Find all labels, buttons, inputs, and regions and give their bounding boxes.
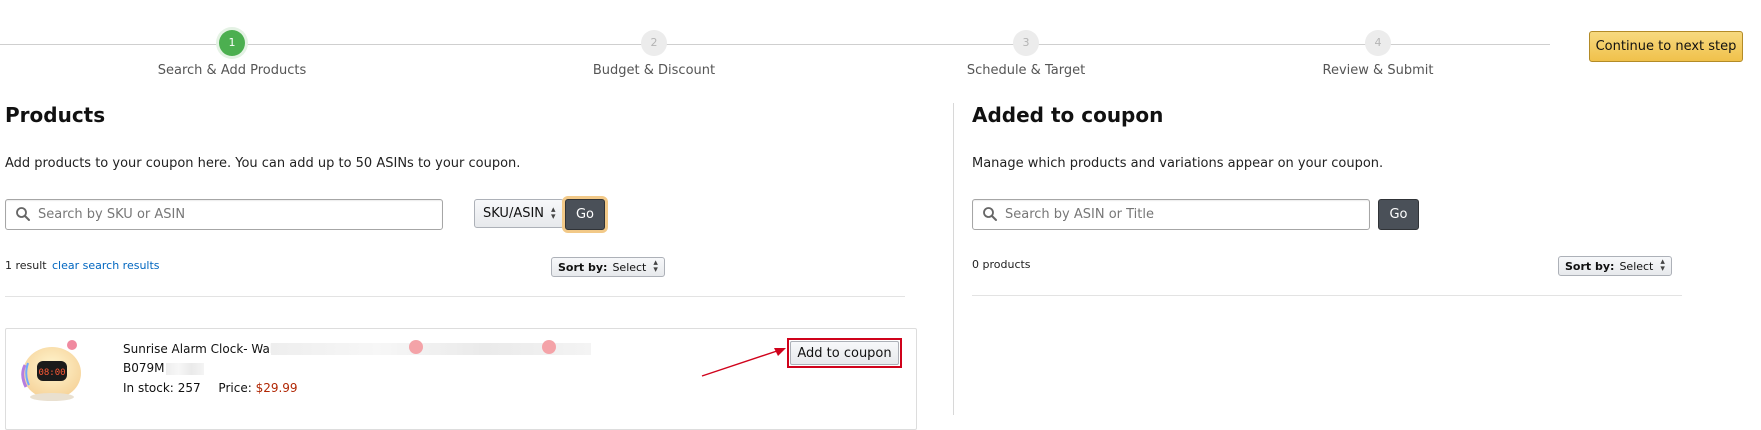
panel-divider	[953, 103, 954, 415]
step-number: 4	[1365, 30, 1391, 56]
coupon-divider	[972, 295, 1682, 296]
svg-text:08:00: 08:00	[38, 368, 65, 378]
products-title: Products	[5, 103, 106, 127]
step-review-submit[interactable]: 4 Review & Submit	[1268, 30, 1488, 78]
coupon-panel-title: Added to coupon	[972, 103, 1164, 127]
stock-value: 257	[177, 381, 201, 395]
product-search-go-button[interactable]: Go	[565, 199, 605, 230]
product-thumbnail: 08:00	[21, 340, 81, 401]
search-icon	[983, 207, 997, 221]
step-number: 1	[219, 30, 245, 56]
price-label: Price:	[218, 381, 252, 395]
search-type-value: SKU/ASIN	[483, 206, 545, 221]
coupon-product-count: 0 products	[972, 258, 1031, 271]
step-schedule-target[interactable]: 3 Schedule & Target	[916, 30, 1136, 78]
product-asin: B079M	[123, 361, 165, 375]
annotation-arrow-icon	[701, 348, 786, 377]
sort-value: Select	[1619, 259, 1654, 273]
clear-search-results-link[interactable]: clear search results	[52, 259, 160, 272]
sort-label: Sort by:	[558, 260, 608, 274]
coupon-search-box	[972, 199, 1370, 230]
decorative-icon	[542, 340, 556, 354]
product-stock-price: In stock: 257 Price: $29.99	[123, 381, 298, 395]
products-sort-select[interactable]: Sort by: Select ▴ ▾	[551, 257, 665, 277]
result-count: 1 result	[5, 259, 47, 272]
up-down-arrows-icon: ▴ ▾	[653, 258, 658, 275]
coupon-sort-select[interactable]: Sort by: Select ▴ ▾	[1558, 256, 1672, 276]
coupon-search-go-button[interactable]: Go	[1378, 199, 1419, 230]
step-number: 2	[641, 30, 667, 56]
add-to-coupon-button[interactable]: Add to coupon	[787, 338, 902, 368]
continue-to-next-step-button[interactable]: Continue to next step	[1589, 31, 1743, 62]
price-value: $29.99	[255, 381, 298, 395]
step-label: Search & Add Products	[157, 63, 307, 78]
up-down-arrows-icon: ▴ ▾	[1660, 257, 1665, 274]
decorative-icon	[409, 340, 423, 354]
products-description: Add products to your coupon here. You ca…	[5, 156, 521, 171]
coupon-panel-description: Manage which products and variations app…	[972, 156, 1384, 171]
product-search-box	[5, 199, 443, 230]
redacted-asin-region	[166, 363, 204, 375]
search-type-select[interactable]: SKU/ASIN ▴ ▾	[474, 199, 564, 228]
coupon-search-input[interactable]	[1003, 201, 1362, 228]
product-name: Sunrise Alarm Clock- Wak	[123, 342, 277, 356]
stock-label: In stock:	[123, 381, 174, 395]
sort-label: Sort by:	[1565, 259, 1615, 273]
step-search-add-products[interactable]: 1 Search & Add Products	[122, 30, 342, 78]
step-budget-discount[interactable]: 2 Budget & Discount	[544, 30, 764, 78]
step-label: Review & Submit	[1322, 63, 1434, 78]
search-icon	[16, 207, 30, 221]
up-down-arrows-icon: ▴ ▾	[551, 204, 556, 222]
product-search-input[interactable]	[36, 201, 435, 228]
products-divider	[5, 296, 905, 297]
sort-value: Select	[612, 260, 647, 274]
add-to-coupon-label: Add to coupon	[790, 341, 899, 365]
step-label: Budget & Discount	[592, 63, 716, 78]
step-number: 3	[1013, 30, 1039, 56]
step-label: Schedule & Target	[966, 63, 1086, 78]
